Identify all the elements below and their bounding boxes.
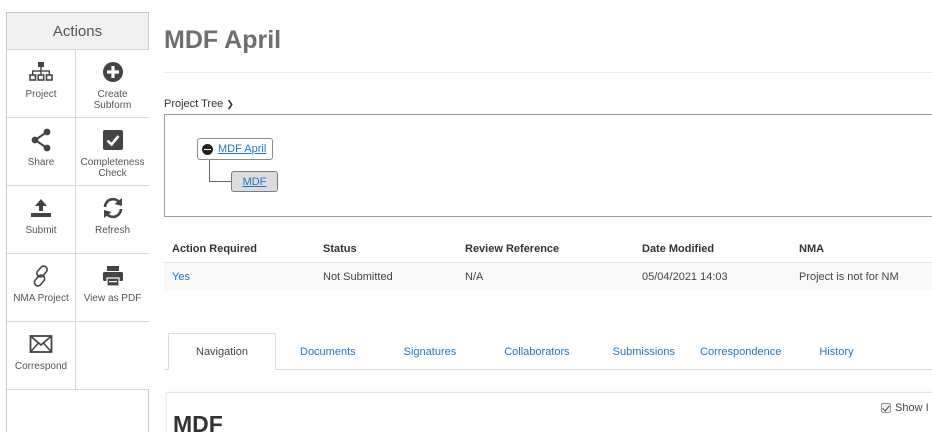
upload-icon <box>26 194 56 222</box>
tab-documents[interactable]: Documents <box>300 333 356 370</box>
envelope-icon <box>26 330 56 358</box>
nma-project-label: NMA Project <box>13 293 69 304</box>
tree-root-link[interactable]: MDF April <box>218 143 266 155</box>
correspond-button[interactable]: Correspond <box>7 322 76 390</box>
project-tree-box <box>164 114 932 217</box>
column-header: Date Modified <box>642 243 715 255</box>
tab-signatures[interactable]: Signatures <box>404 333 457 370</box>
project-label: Project <box>25 89 57 100</box>
status-cell: Not Submitted <box>323 270 393 283</box>
review-reference-cell: N/A <box>465 270 484 283</box>
tab-correspondence[interactable]: Correspondence <box>700 333 781 370</box>
chevron-down-icon: ❯ <box>226 99 234 109</box>
completeness-check-label: Completeness Check <box>80 157 145 179</box>
correspond-label: Correspond <box>14 361 68 372</box>
title-divider <box>164 72 932 73</box>
action-required-link[interactable]: Yes <box>164 271 323 283</box>
tree-child-link[interactable]: MDF <box>243 176 267 188</box>
tree-child-node: MDF <box>231 171 278 192</box>
show-toggle[interactable]: Show I <box>881 402 929 414</box>
project-button[interactable]: Project <box>7 50 76 118</box>
tab-bar: Navigation Documents Signatures Collabor… <box>164 333 854 370</box>
checkbox-icon <box>98 126 128 154</box>
refresh-label: Refresh <box>94 225 130 236</box>
column-header: NMA <box>799 243 825 255</box>
table-header-row: Action Required Status Review Reference … <box>164 236 932 262</box>
column-header: Review Reference <box>465 243 560 255</box>
completeness-check-button[interactable]: Completeness Check <box>76 118 149 186</box>
tab-history[interactable]: History <box>819 333 853 370</box>
tree-connector <box>209 160 210 181</box>
share-button[interactable]: Share <box>7 118 76 186</box>
column-header: Action Required <box>172 243 257 255</box>
tab-submissions[interactable]: Submissions <box>613 333 675 370</box>
collapse-icon[interactable] <box>202 143 213 155</box>
link-icon <box>26 262 56 290</box>
nma-cell: Project is not for NM <box>799 270 899 283</box>
tree-root-node: MDF April <box>197 138 274 160</box>
printer-icon <box>98 262 128 290</box>
share-icon <box>26 126 56 154</box>
create-subform-label: Create Subform <box>93 89 132 111</box>
show-checkbox[interactable] <box>881 403 891 413</box>
tree-connector <box>209 181 231 182</box>
date-modified-cell: 05/04/2021 14:03 <box>642 270 728 283</box>
sitemap-icon <box>26 58 56 86</box>
page-title: MDF April <box>164 26 282 54</box>
view-as-pdf-button[interactable]: View as PDF <box>76 254 149 322</box>
column-header: Status <box>323 243 357 255</box>
actions-grid: Project Create Subform Share Completenes… <box>7 50 149 390</box>
project-tree-label: Project Tree <box>164 98 224 110</box>
tab-collaborators[interactable]: Collaborators <box>504 333 569 370</box>
nma-project-button[interactable]: NMA Project <box>7 254 76 322</box>
create-subform-button[interactable]: Create Subform <box>76 50 149 118</box>
share-label: Share <box>27 157 55 168</box>
empty-cell <box>76 322 149 390</box>
actions-header: Actions <box>7 13 148 50</box>
refresh-icon <box>98 194 128 222</box>
actions-panel: Actions Project Create Subform Share Com… <box>6 12 149 432</box>
refresh-button[interactable]: Refresh <box>76 186 149 254</box>
tab-navigation[interactable]: Navigation <box>168 333 276 370</box>
plus-circle-icon <box>98 58 128 86</box>
table-row: Yes Not Submitted N/A 05/04/2021 14:03 P… <box>164 262 932 290</box>
submit-button[interactable]: Submit <box>7 186 76 254</box>
submit-label: Submit <box>25 225 57 236</box>
status-table: Action Required Status Review Reference … <box>164 236 932 290</box>
view-as-pdf-label: View as PDF <box>83 293 142 304</box>
section-title: MDF <box>173 411 223 432</box>
project-tree-toggle[interactable]: Project Tree ❯ <box>164 98 234 110</box>
navigation-panel <box>166 392 932 432</box>
show-label: Show I <box>895 402 929 414</box>
